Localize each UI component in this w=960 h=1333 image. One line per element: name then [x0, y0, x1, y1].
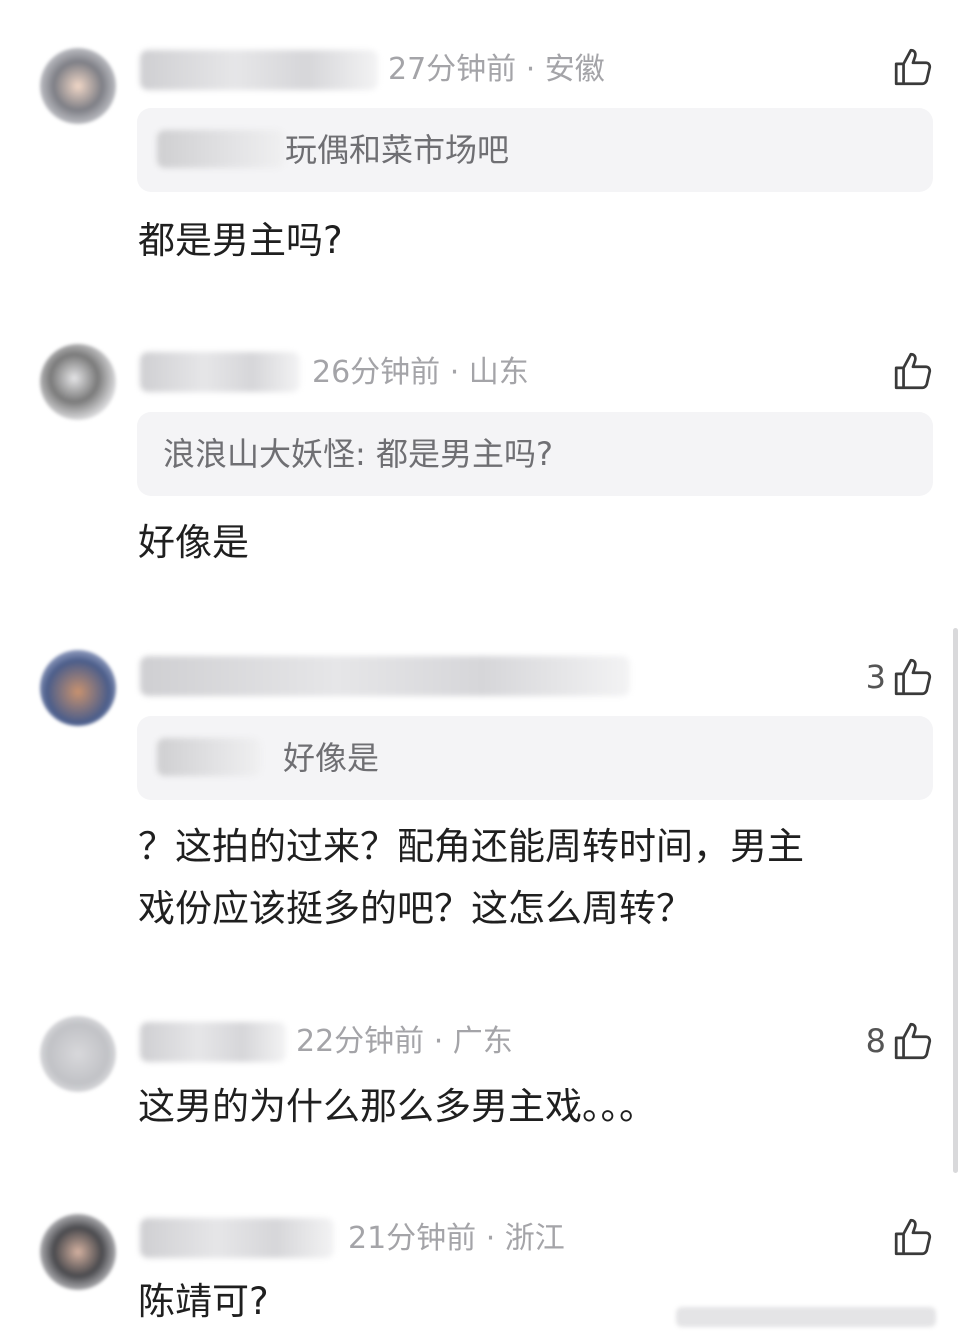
- comment-text: 陈靖可?: [138, 1280, 269, 1323]
- like-button[interactable]: [886, 348, 934, 394]
- comment-text: 这男的为什么那么多男主戏。。。: [138, 1085, 656, 1128]
- username-blurred[interactable]: [140, 50, 378, 90]
- quoted-reply[interactable]: 玩偶和菜市场吧: [137, 108, 933, 192]
- comment-text: 都是男主吗?: [138, 219, 343, 262]
- comment-meta: 22分钟前 · 广东: [296, 1024, 513, 1059]
- like-button[interactable]: 3: [866, 654, 934, 700]
- comment-meta: 21分钟前 · 浙江: [348, 1221, 565, 1256]
- avatar[interactable]: [40, 344, 116, 420]
- like-button[interactable]: [886, 1214, 934, 1260]
- thumbs-up-icon: [894, 1218, 932, 1256]
- like-button[interactable]: [886, 44, 934, 90]
- comment-meta: 26分钟前 · 山东: [312, 355, 529, 390]
- comment-text: 好像是: [138, 521, 249, 564]
- quoted-text: 好像是: [283, 739, 380, 777]
- username-blurred[interactable]: [140, 1218, 334, 1258]
- quoted-text: 浪浪山大妖怪: 都是男主吗?: [163, 435, 553, 473]
- like-button[interactable]: 8: [866, 1018, 934, 1064]
- avatar[interactable]: [40, 48, 116, 124]
- quoted-username-blurred: [157, 130, 285, 168]
- comment-text-line-1: ？这拍的过来？配角还能周转时间，男主: [138, 825, 804, 868]
- thumbs-up-icon: [894, 48, 932, 86]
- quoted-reply[interactable]: 好像是: [137, 716, 933, 800]
- username-blurred[interactable]: [140, 1022, 286, 1062]
- username-blurred[interactable]: [140, 656, 630, 696]
- username-blurred[interactable]: [140, 352, 300, 392]
- comment-text-line-2: 戏份应该挺多的吧？这怎么周转？: [138, 887, 693, 930]
- thumbs-up-icon: [894, 352, 932, 390]
- like-count: 8: [865, 1022, 886, 1060]
- avatar[interactable]: [40, 1016, 116, 1092]
- quoted-reply[interactable]: 浪浪山大妖怪: 都是男主吗?: [137, 412, 933, 496]
- avatar[interactable]: [40, 650, 116, 726]
- quoted-text: 玩偶和菜市场吧: [285, 131, 510, 169]
- scrollbar[interactable]: [953, 628, 958, 1173]
- quoted-username-blurred: [157, 738, 261, 776]
- watermark-blurred: [676, 1307, 936, 1327]
- avatar[interactable]: [40, 1214, 116, 1290]
- like-count: 3: [865, 658, 886, 696]
- thumbs-up-icon: [894, 658, 932, 696]
- thumbs-up-icon: [894, 1022, 932, 1060]
- comment-meta: 27分钟前 · 安徽: [388, 52, 605, 87]
